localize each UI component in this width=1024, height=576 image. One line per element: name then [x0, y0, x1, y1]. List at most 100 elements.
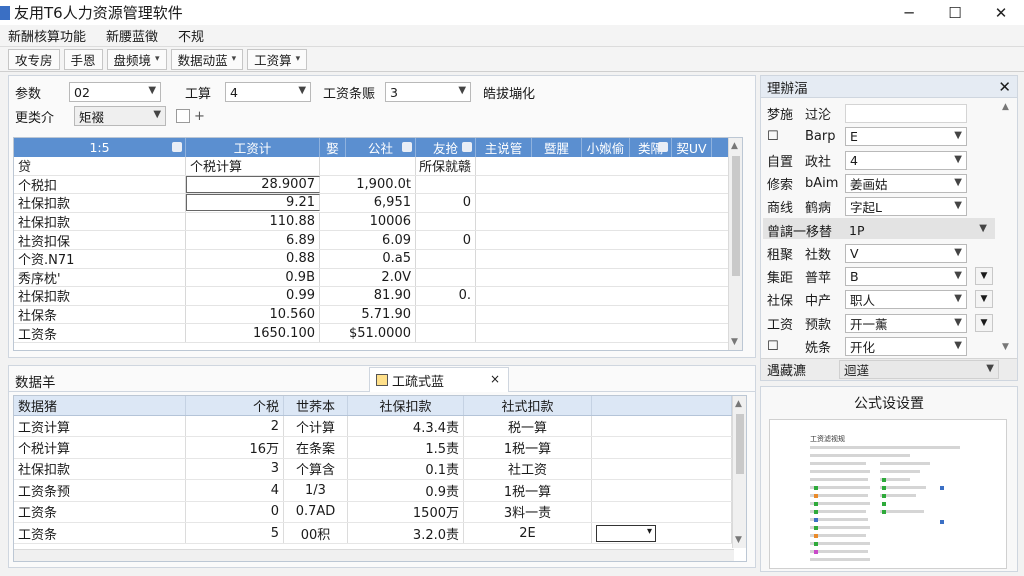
formula-grid-scrollbar[interactable]: ▲ ▼: [732, 396, 746, 548]
scroll-up-icon[interactable]: ▲: [731, 141, 738, 151]
table-cell[interactable]: [476, 194, 730, 212]
table-cell[interactable]: 81.90: [320, 287, 416, 305]
table-cell[interactable]: 110.88: [186, 212, 320, 231]
table-cell[interactable]: 6.89: [186, 231, 320, 249]
scroll-down-icon[interactable]: ▼: [731, 337, 738, 347]
table-cell[interactable]: 0.: [416, 287, 476, 305]
table-row[interactable]: 社保扣款 0.99 81.90 0.: [14, 287, 742, 306]
property-value-select[interactable]: 1P ▼: [845, 221, 991, 240]
table-row[interactable]: 社保扣款 110.88 10006: [14, 212, 742, 232]
type-select[interactable]: 矩裰 ▼: [74, 106, 167, 126]
property-value-select[interactable]: 职人 ▼: [845, 290, 967, 310]
menu-other[interactable]: 不规: [170, 26, 216, 45]
table-cell[interactable]: 工资条预: [14, 480, 186, 501]
table-cell[interactable]: [416, 324, 476, 342]
table-cell[interactable]: 秀序枕': [14, 268, 186, 287]
grid-col-header[interactable]: 个税: [186, 396, 284, 415]
table-cell[interactable]: 社保扣款: [14, 194, 186, 212]
table-cell[interactable]: 16万: [186, 437, 284, 458]
table-cell[interactable]: 个算含: [284, 458, 348, 480]
property-value-select[interactable]: V ▼: [845, 243, 967, 263]
table-cell[interactable]: 0: [416, 231, 476, 249]
table-cell[interactable]: 3.2.0责: [348, 522, 464, 544]
table-row[interactable]: 个资.N71 0.88 0.a5: [14, 249, 742, 269]
table-row[interactable]: 工资计算 2 个计算 4.3.4责 税一算: [14, 416, 746, 438]
table-cell[interactable]: [592, 437, 732, 458]
table-cell[interactable]: 4.3.4责: [348, 416, 464, 437]
table-cell[interactable]: [416, 212, 476, 231]
minimize-button[interactable]: ─: [886, 0, 932, 25]
table-cell[interactable]: [476, 305, 730, 324]
table-row[interactable]: 社保条 10.560 5.71.90: [14, 305, 742, 325]
table-cell[interactable]: [476, 231, 730, 249]
property-value-select[interactable]: B ▼: [845, 267, 967, 287]
table-cell[interactable]: [476, 324, 730, 342]
property-value-select[interactable]: E ▼: [845, 127, 967, 147]
table-cell[interactable]: 2.0V: [320, 268, 416, 287]
table-cell[interactable]: ▾: [592, 522, 732, 544]
table-cell[interactable]: [416, 249, 476, 268]
table-cell[interactable]: $51.0000: [320, 324, 416, 342]
table-row[interactable]: 社保扣款 3 个算含 0.1责 社工资: [14, 458, 746, 481]
property-row[interactable]: ☐ 姺条 开化 ▼: [767, 336, 967, 357]
table-cell[interactable]: 个税扣: [14, 175, 186, 194]
table-cell[interactable]: 5.71.90: [320, 305, 416, 324]
row-menu-button[interactable]: ▼: [975, 313, 993, 332]
table-cell[interactable]: [416, 305, 476, 324]
table-cell[interactable]: 2: [186, 416, 284, 437]
grid-col-header[interactable]: 1:5: [14, 138, 186, 157]
table-cell[interactable]: 1.5责: [348, 437, 464, 458]
table-cell[interactable]: 0.9责: [348, 480, 464, 501]
grid-col-header[interactable]: 主说管: [476, 138, 532, 157]
scroll-down-icon[interactable]: ▼: [1002, 342, 1009, 352]
table-cell[interactable]: 贷: [14, 157, 186, 175]
grid-col-header[interactable]: 数据猪: [14, 396, 186, 415]
table-cell[interactable]: 税一算: [464, 416, 592, 437]
table-cell[interactable]: 0.7AD: [284, 501, 348, 522]
table-cell[interactable]: [476, 268, 730, 287]
grid-col-header[interactable]: 契UV: [672, 138, 712, 157]
table-cell[interactable]: 工资计算: [14, 416, 186, 437]
toolbar-dropdown-3[interactable]: 盘频境 ▾: [106, 48, 167, 70]
table-cell[interactable]: [592, 458, 732, 480]
table-cell[interactable]: 0.88: [186, 249, 320, 268]
grid-col-header[interactable]: 社式扣款: [464, 396, 592, 415]
scroll-thumb[interactable]: [736, 414, 744, 474]
table-cell[interactable]: 4: [186, 480, 284, 501]
table-cell[interactable]: 1,900.0t: [320, 175, 416, 194]
salary-select[interactable]: 3 ▼: [385, 82, 472, 102]
table-cell[interactable]: 社资扣保: [14, 231, 186, 249]
table-cell[interactable]: 1税一算: [464, 480, 592, 501]
table-cell[interactable]: [592, 416, 732, 437]
table-cell[interactable]: 0: [186, 501, 284, 522]
scroll-down-icon[interactable]: ▼: [735, 535, 742, 545]
table-cell[interactable]: 社保扣款: [14, 212, 186, 231]
table-cell[interactable]: 10006: [320, 212, 416, 231]
table-cell[interactable]: [320, 157, 416, 175]
property-row[interactable]: ☐ Barp E ▼: [767, 126, 967, 147]
table-row[interactable]: 个税扣 28.9007 1,900.0t: [14, 175, 742, 195]
property-value-select[interactable]: [845, 104, 967, 123]
table-cell[interactable]: 6,951: [320, 194, 416, 212]
inline-editor[interactable]: ▾: [596, 524, 656, 542]
footer-select[interactable]: 迴遳 ▼: [839, 360, 999, 379]
table-cell[interactable]: 个计算: [284, 416, 348, 437]
maximize-button[interactable]: ☐: [932, 0, 978, 25]
table-cell[interactable]: 社保条: [14, 305, 186, 324]
table-cell[interactable]: 28.9007: [186, 175, 320, 193]
menu-salary-calc[interactable]: 新酬核算功能: [0, 26, 98, 45]
property-row[interactable]: 商线 鹤病 字起L ▼: [767, 196, 967, 217]
table-row[interactable]: 社保扣款 9.21 6,951 0: [14, 194, 742, 213]
salary-grid-scrollbar[interactable]: ▲ ▼: [728, 138, 742, 350]
table-cell[interactable]: 0.9B: [186, 268, 320, 287]
table-cell[interactable]: [476, 249, 730, 268]
grid-col-header[interactable]: 娶: [320, 138, 346, 157]
table-cell[interactable]: 0.a5: [320, 249, 416, 268]
table-row[interactable]: 工资条预 4 1/3 0.9责 1税一算: [14, 480, 746, 502]
grid-col-header[interactable]: 社保扣款: [348, 396, 464, 415]
table-cell[interactable]: 6.09: [320, 231, 416, 249]
table-cell[interactable]: 3: [186, 458, 284, 480]
option-checkbox[interactable]: [176, 109, 191, 123]
calc-select[interactable]: 4 ▼: [225, 82, 312, 102]
table-row[interactable]: 个税计算 16万 在条案 1.5责 1税一算: [14, 437, 746, 459]
